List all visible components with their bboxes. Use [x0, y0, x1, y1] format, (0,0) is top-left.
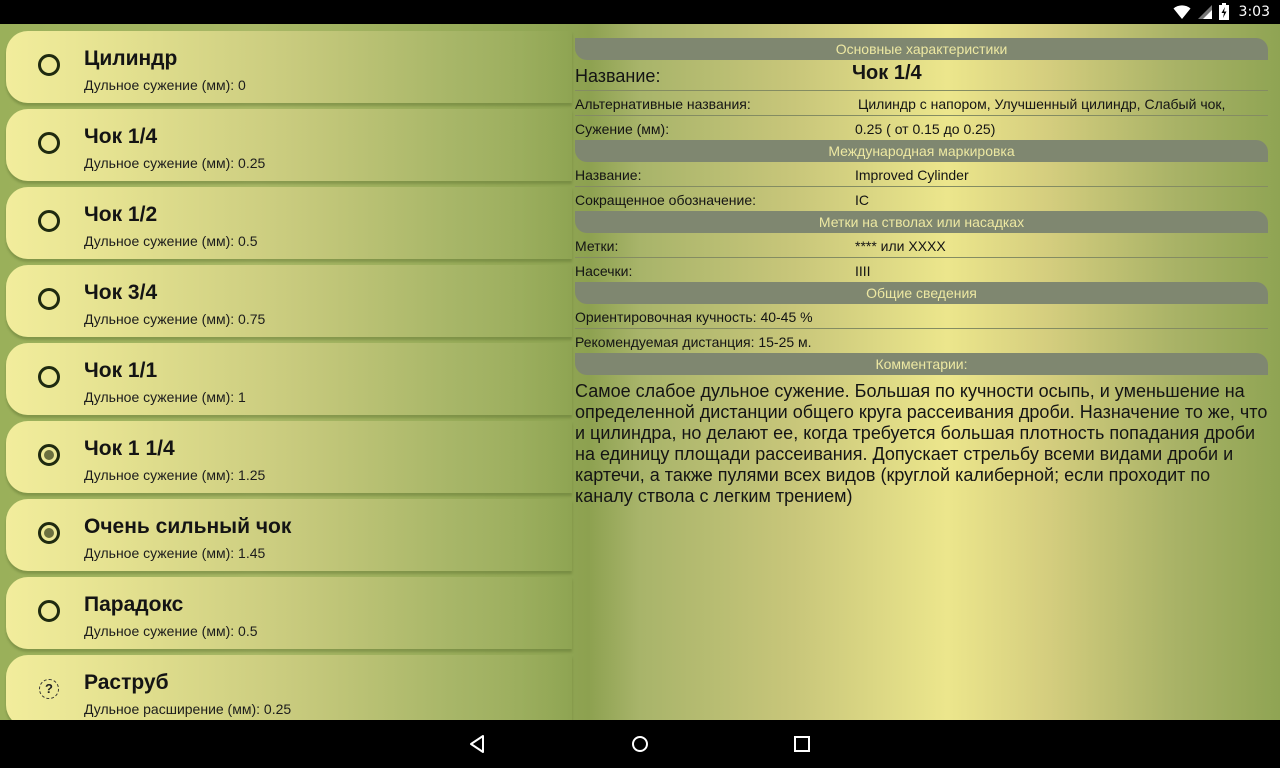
detail-value: Improved Cylinder: [855, 167, 969, 183]
detail-value: **** или XXXX: [855, 238, 946, 254]
list-item-subtitle: Дульное сужение (мм): 1.45: [84, 545, 266, 561]
section-header-main: Основные характеристики: [575, 38, 1268, 60]
list-item-title: Очень сильный чок: [84, 515, 292, 538]
comment-text: Самое слабое дульное сужение. Большая по…: [575, 381, 1268, 506]
section-header-international: Международная маркировка: [575, 140, 1268, 162]
home-icon[interactable]: [628, 732, 652, 756]
list-item-extra-full-choke[interactable]: Очень сильный чок Дульное сужение (мм): …: [6, 499, 572, 571]
list-item-subtitle: Дульное сужение (мм): 0.5: [84, 623, 258, 639]
list-item-title: Цилиндр: [84, 47, 178, 70]
list-item-title: Чок 1/4: [84, 125, 158, 148]
question-icon[interactable]: ?: [39, 679, 59, 699]
detail-text: Ориентировочная кучность: 40-45 %: [575, 309, 813, 325]
detail-label: Название:: [575, 66, 661, 86]
signal-icon: [1197, 4, 1212, 19]
list-item-cylinder[interactable]: Цилиндр Дульное сужение (мм): 0: [6, 31, 572, 103]
detail-value: 0.25 ( от 0.15 до 0.25): [855, 121, 996, 137]
recents-icon[interactable]: [790, 732, 814, 756]
detail-row-distance: Рекомендуемая дистанция: 15-25 м.: [575, 329, 1268, 353]
detail-value: Чок 1/4: [852, 62, 922, 84]
details-panel: Основные характеристики Название: Чок 1/…: [575, 38, 1268, 507]
wifi-icon: [1173, 4, 1191, 19]
list-item-title: Парадокс: [84, 593, 184, 616]
detail-row-narrowing: Сужение (мм): 0.25 ( от 0.15 до 0.25): [575, 116, 1268, 140]
list-item-subtitle: Дульное сужение (мм): 0.25: [84, 155, 266, 171]
list-item-choke-1-1-4[interactable]: Чок 1 1/4 Дульное сужение (мм): 1.25: [6, 421, 572, 493]
list-item-flare[interactable]: ? Раструб Дульное расширение (мм): 0.25: [6, 655, 572, 720]
detail-label: Насечки:: [575, 263, 633, 279]
detail-row-alt-names: Альтернативные названия: Цилиндр с напор…: [575, 91, 1268, 116]
status-icons: 3:03: [1173, 3, 1270, 20]
radio-icon[interactable]: [38, 600, 60, 622]
detail-value: IIII: [855, 263, 871, 279]
detail-row-marks: Метки: **** или XXXX: [575, 233, 1268, 258]
detail-row-density: Ориентировочная кучность: 40-45 %: [575, 304, 1268, 329]
radio-icon[interactable]: [38, 54, 60, 76]
list-item-choke-1-4[interactable]: Чок 1/4 Дульное сужение (мм): 0.25: [6, 109, 572, 181]
detail-label: Альтернативные названия:: [575, 96, 751, 112]
radio-icon[interactable]: [38, 132, 60, 154]
list-item-paradox[interactable]: Парадокс Дульное сужение (мм): 0.5: [6, 577, 572, 649]
detail-label: Сужение (мм):: [575, 121, 670, 137]
list-item-subtitle: Дульное сужение (мм): 0: [84, 77, 246, 93]
radio-filled-icon[interactable]: [38, 444, 60, 466]
detail-label: Название:: [575, 167, 642, 183]
list-item-title: Чок 3/4: [84, 281, 158, 304]
detail-text: Рекомендуемая дистанция: 15-25 м.: [575, 334, 812, 350]
detail-label: Сокращенное обозначение:: [575, 192, 757, 208]
list-item-subtitle: Дульное расширение (мм): 0.25: [84, 701, 292, 717]
detail-row-intl-name: Название: Improved Cylinder: [575, 162, 1268, 187]
list-item-title: Чок 1/1: [84, 359, 158, 382]
list-item-choke-1-2[interactable]: Чок 1/2 Дульное сужение (мм): 0.5: [6, 187, 572, 259]
section-header-general: Общие сведения: [575, 282, 1268, 304]
radio-icon[interactable]: [38, 210, 60, 232]
radio-filled-icon[interactable]: [38, 522, 60, 544]
radio-icon[interactable]: [38, 288, 60, 310]
list-item-subtitle: Дульное сужение (мм): 0.75: [84, 311, 266, 327]
navigation-bar: [0, 720, 1280, 768]
section-header-marks: Метки на стволах или насадках: [575, 211, 1268, 233]
detail-value: Цилиндр с напором, Улучшенный цилиндр, С…: [858, 96, 1226, 112]
list-item-title: Чок 1 1/4: [84, 437, 175, 460]
status-time: 3:03: [1238, 3, 1270, 20]
list-item-title: Раструб: [84, 671, 169, 694]
back-icon[interactable]: [466, 732, 490, 756]
detail-row-name: Название: Чок 1/4: [575, 60, 1268, 91]
detail-row-abbreviation: Сокращенное обозначение: IC: [575, 187, 1268, 211]
status-bar: 3:03: [0, 0, 1280, 24]
list-item-subtitle: Дульное сужение (мм): 1.25: [84, 467, 266, 483]
section-header-comments: Комментарии:: [575, 353, 1268, 375]
list-item-subtitle: Дульное сужение (мм): 1: [84, 389, 246, 405]
main-content: Цилиндр Дульное сужение (мм): 0 Чок 1/4 …: [0, 24, 1280, 720]
list-item-choke-3-4[interactable]: Чок 3/4 Дульное сужение (мм): 0.75: [6, 265, 572, 337]
radio-icon[interactable]: [38, 366, 60, 388]
choke-list[interactable]: Цилиндр Дульное сужение (мм): 0 Чок 1/4 …: [6, 31, 572, 720]
detail-value: IC: [855, 192, 869, 208]
detail-row-notches: Насечки: IIII: [575, 258, 1268, 282]
battery-charging-icon: [1218, 3, 1229, 20]
list-item-subtitle: Дульное сужение (мм): 0.5: [84, 233, 258, 249]
detail-label: Метки:: [575, 238, 619, 254]
list-item-choke-1-1[interactable]: Чок 1/1 Дульное сужение (мм): 1: [6, 343, 572, 415]
list-item-title: Чок 1/2: [84, 203, 158, 226]
